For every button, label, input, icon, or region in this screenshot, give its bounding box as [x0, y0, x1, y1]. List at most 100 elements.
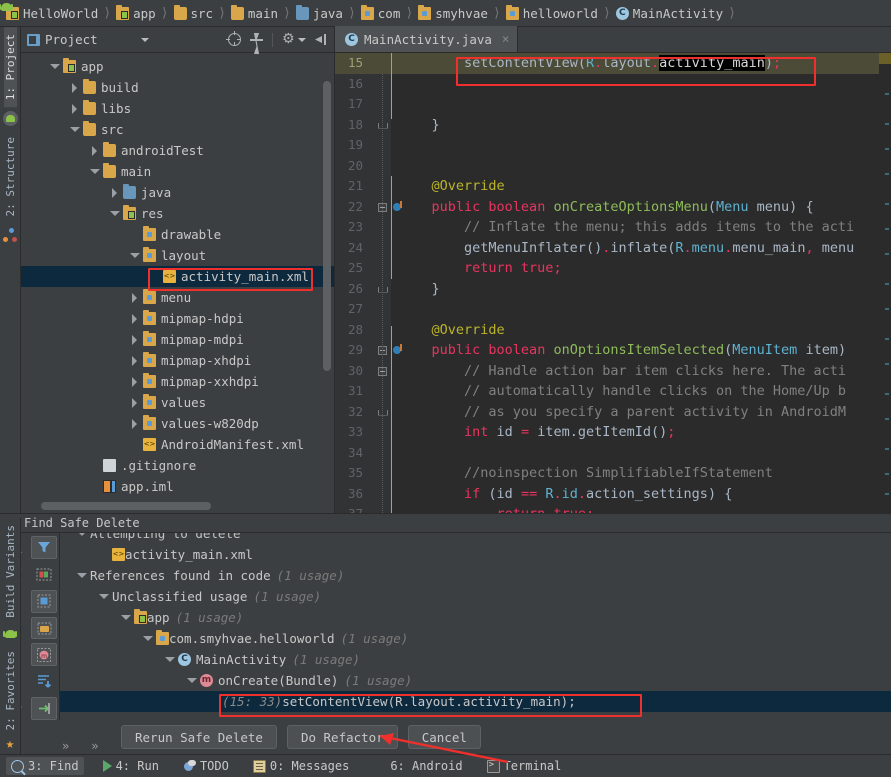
tree-item-selected[interactable]: activity_main.xml [21, 266, 334, 287]
tree-item[interactable]: mipmap-xxhdpi [21, 371, 334, 392]
cancel-button[interactable]: Cancel [408, 725, 481, 749]
breadcrumb-item-helloworld[interactable]: HelloWorld [4, 6, 100, 21]
gutter-marks[interactable] [369, 176, 391, 197]
status-item-messages[interactable]: 0: Messages [248, 757, 354, 775]
find-result-row[interactable]: activity_main.xml [60, 544, 891, 565]
status-item-run[interactable]: 4: Run [98, 757, 164, 775]
code-line[interactable]: 26 } [335, 279, 891, 300]
chevron-right-icon[interactable] [129, 418, 140, 429]
breadcrumb-item-mainactivity[interactable]: C MainActivity [614, 6, 725, 21]
chevron-down-icon[interactable] [141, 38, 149, 42]
chevron-down-icon[interactable] [89, 166, 100, 177]
project-tree-hscrollbar[interactable] [41, 502, 211, 510]
breadcrumb-item-src[interactable]: src [172, 6, 216, 21]
code-line[interactable]: 35 //noinspection SimplifiableIfStatemen… [335, 463, 891, 484]
gutter-marks[interactable] [369, 238, 391, 259]
code-line[interactable]: 24 getMenuInflater().inflate(R.menu.menu… [335, 238, 891, 259]
sidebar-item-project[interactable]: 1: Project [4, 27, 17, 107]
gutter-marks[interactable] [369, 258, 391, 279]
breadcrumb-item-helloworld-pkg[interactable]: helloworld [504, 6, 600, 21]
code-line[interactable]: 32 // as you specify a parent activity i… [335, 402, 891, 423]
tree-item[interactable]: main [21, 161, 334, 182]
find-result-row[interactable]: monCreate(Bundle)(1 usage) [60, 670, 891, 691]
gutter-marks[interactable] [369, 94, 391, 115]
status-item-todo[interactable]: TODO [178, 757, 234, 775]
rerun-safe-delete-button[interactable]: Rerun Safe Delete [121, 725, 277, 749]
tree-item[interactable]: build [21, 77, 334, 98]
project-tree-scrollbar[interactable] [323, 81, 331, 371]
gutter-marks[interactable] [369, 463, 391, 484]
code-line[interactable]: 17 [335, 94, 891, 115]
chevron-right-icon[interactable] [109, 187, 120, 198]
do-refactor-button[interactable]: Do Refactor [287, 725, 398, 749]
gutter-marks[interactable] [369, 115, 391, 136]
code-line[interactable]: 20 [335, 156, 891, 177]
collapse-all-icon[interactable] [250, 33, 263, 46]
breadcrumb-item-smyhvae[interactable]: smyhvae [416, 6, 490, 21]
chevron-down-icon[interactable] [49, 61, 60, 72]
group-by-method-icon[interactable]: m [31, 643, 57, 666]
find-results-tree[interactable]: Attempting to deleteactivity_main.xmlRef… [60, 533, 891, 720]
gutter-marks[interactable] [369, 443, 391, 464]
breadcrumb-item-main[interactable]: main [229, 6, 280, 21]
chevron-down-icon[interactable] [129, 250, 140, 261]
gutter-marks[interactable] [369, 197, 391, 218]
locate-icon[interactable] [228, 33, 241, 46]
find-result-row[interactable]: References found in code(1 usage) [60, 565, 891, 586]
code-line[interactable]: 30 // Handle action bar item clicks here… [335, 361, 891, 382]
settings-gear-icon[interactable] [282, 33, 295, 46]
gutter-marks[interactable] [369, 340, 391, 361]
find-result-row[interactable]: com.smyhvae.helloworld(1 usage) [60, 628, 891, 649]
find-result-row[interactable]: Unclassified usage(1 usage) [60, 586, 891, 607]
tree-item[interactable]: app [21, 56, 334, 77]
chevron-down-icon[interactable] [109, 208, 120, 219]
gutter-marks[interactable] [369, 135, 391, 156]
code-line[interactable]: 27 [335, 299, 891, 320]
hide-panel-icon[interactable] [315, 33, 328, 46]
status-item-find[interactable]: 3: Find [6, 757, 84, 775]
gutter-marks[interactable] [369, 53, 391, 74]
chevron-right-icon[interactable] [129, 292, 140, 303]
code-line[interactable]: 37 return true; [335, 504, 891, 513]
find-result-row[interactable]: app(1 usage) [60, 607, 891, 628]
close-icon[interactable]: × [502, 32, 509, 46]
editor-scrollbar[interactable] [879, 53, 891, 513]
find-result-row[interactable]: CMainActivity(1 usage) [60, 649, 891, 670]
sort-icon[interactable] [31, 670, 57, 693]
gutter-marks[interactable] [369, 156, 391, 177]
chevron-down-icon[interactable] [164, 654, 175, 665]
code-line[interactable]: 36 if (id == R.id.action_settings) { [335, 484, 891, 505]
tree-item[interactable]: layout [21, 245, 334, 266]
tree-item[interactable]: AndroidManifest.xml [21, 434, 334, 455]
project-view-selector[interactable]: Project [27, 32, 149, 47]
tree-item[interactable]: src [21, 119, 334, 140]
breadcrumb-item-com[interactable]: com [359, 6, 403, 21]
chevron-down-icon[interactable] [142, 633, 153, 644]
chevron-right-icon[interactable] [129, 313, 140, 324]
gutter-marks[interactable] [369, 74, 391, 95]
chevron-right-icon[interactable] [129, 397, 140, 408]
code-line[interactable]: 15 setContentView(R.layout.activity_main… [335, 53, 891, 74]
tree-item[interactable]: .gitignore [21, 455, 334, 476]
status-item-android[interactable]: 6: Android [368, 757, 467, 775]
code-editor[interactable]: 15 setContentView(R.layout.activity_main… [335, 53, 891, 513]
status-item-terminal[interactable]: Terminal [482, 757, 567, 775]
gutter-marks[interactable] [369, 279, 391, 300]
export-icon[interactable] [31, 697, 57, 720]
code-line[interactable]: 25 return true; [335, 258, 891, 279]
tree-item[interactable]: libs [21, 98, 334, 119]
code-line[interactable]: 28 @Override [335, 320, 891, 341]
chevron-right-icon[interactable] [129, 334, 140, 345]
sidebar-item-structure[interactable]: 2: Structure [4, 130, 17, 223]
code-line[interactable]: 16 [335, 74, 891, 95]
tree-item[interactable]: drawable [21, 224, 334, 245]
filter-icon[interactable] [31, 536, 57, 559]
gutter-marks[interactable] [369, 422, 391, 443]
chevron-right-icon[interactable] [129, 355, 140, 366]
expand-left-icon[interactable]: » [62, 739, 69, 753]
chevron-down-icon[interactable] [98, 591, 109, 602]
sidebar-item-favorites[interactable]: 2: Favorites [4, 644, 17, 737]
gutter-marks[interactable] [369, 381, 391, 402]
tree-item[interactable]: menu [21, 287, 334, 308]
code-line[interactable]: 21 @Override [335, 176, 891, 197]
